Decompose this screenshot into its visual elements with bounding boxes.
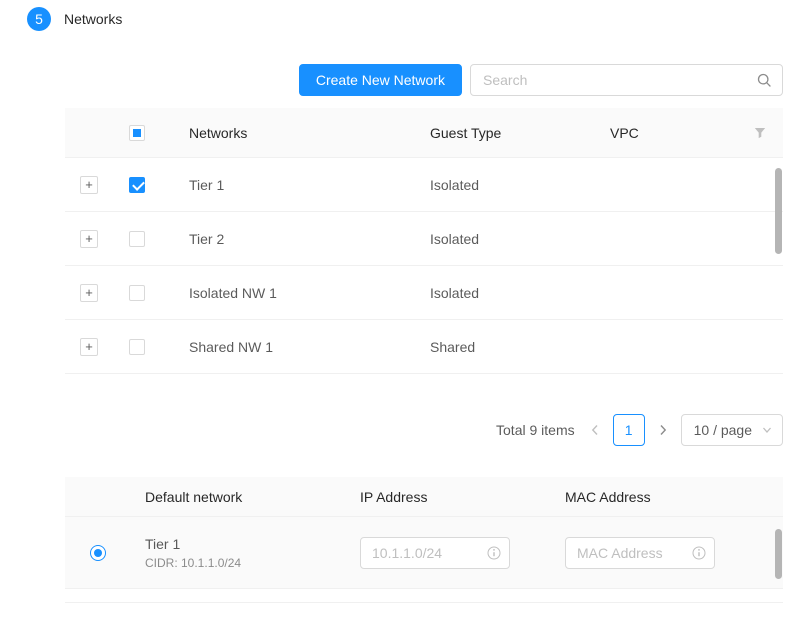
create-new-network-button[interactable]: Create New Network bbox=[299, 64, 462, 96]
guest-type-value: Isolated bbox=[406, 177, 586, 193]
column-header-default-network: Default network bbox=[130, 489, 355, 505]
scrollbar-thumb[interactable] bbox=[775, 529, 782, 579]
networks-step-content: Create New Network Networks Guest Type V… bbox=[65, 64, 783, 603]
pagination: Total 9 items 1 10 / page bbox=[65, 414, 783, 446]
network-name: Tier 2 bbox=[161, 231, 406, 247]
network-name: Tier 1 bbox=[161, 177, 406, 193]
step-title: Networks bbox=[64, 11, 122, 27]
filter-icon[interactable] bbox=[736, 127, 783, 139]
default-network-name: Tier 1 bbox=[145, 536, 355, 552]
info-icon bbox=[692, 546, 706, 563]
networks-table: Networks Guest Type VPC + Tier 1 Isolate… bbox=[65, 108, 783, 374]
scrollbar-thumb[interactable] bbox=[775, 168, 782, 254]
column-header-vpc: VPC bbox=[586, 125, 736, 141]
expand-row-button[interactable]: + bbox=[80, 230, 98, 248]
page-size-select[interactable]: 10 / page bbox=[681, 414, 783, 446]
pagination-next-icon[interactable] bbox=[653, 414, 673, 446]
pagination-page-1[interactable]: 1 bbox=[613, 414, 645, 446]
expand-row-button[interactable]: + bbox=[80, 284, 98, 302]
row-checkbox[interactable] bbox=[129, 231, 145, 247]
select-all-checkbox[interactable] bbox=[129, 125, 145, 141]
table-row: + Tier 1 Isolated bbox=[65, 158, 783, 212]
search-box bbox=[470, 64, 783, 96]
chevron-down-icon bbox=[762, 426, 772, 434]
column-header-guest-type: Guest Type bbox=[406, 125, 586, 141]
expand-row-button[interactable]: + bbox=[80, 338, 98, 356]
default-network-table-header: Default network IP Address MAC Address bbox=[65, 477, 783, 517]
row-checkbox[interactable] bbox=[129, 339, 145, 355]
network-name: Shared NW 1 bbox=[161, 339, 406, 355]
table-row: + Tier 2 Isolated bbox=[65, 212, 783, 266]
guest-type-value: Shared bbox=[406, 339, 586, 355]
default-network-table: Default network IP Address MAC Address T… bbox=[65, 477, 783, 589]
search-input[interactable] bbox=[470, 64, 783, 96]
column-header-mac-address: MAC Address bbox=[560, 489, 783, 505]
default-network-row: Tier 1 CIDR: 10.1.1.0/24 bbox=[65, 517, 783, 589]
step-header: 5 Networks bbox=[0, 0, 805, 31]
table-row: + Shared NW 1 Shared bbox=[65, 320, 783, 374]
row-checkbox[interactable] bbox=[129, 177, 145, 193]
pagination-total: Total 9 items bbox=[496, 422, 575, 438]
row-checkbox[interactable] bbox=[129, 285, 145, 301]
guest-type-value: Isolated bbox=[406, 231, 586, 247]
networks-table-header: Networks Guest Type VPC bbox=[65, 108, 783, 158]
search-icon[interactable] bbox=[757, 73, 772, 91]
table-row: + Isolated NW 1 Isolated bbox=[65, 266, 783, 320]
default-network-cidr: CIDR: 10.1.1.0/24 bbox=[145, 556, 355, 570]
guest-type-value: Isolated bbox=[406, 285, 586, 301]
pagination-prev-icon[interactable] bbox=[585, 414, 605, 446]
network-name: Isolated NW 1 bbox=[161, 285, 406, 301]
step-number-badge[interactable]: 5 bbox=[27, 7, 51, 31]
page-size-value: 10 / page bbox=[694, 422, 752, 438]
column-header-networks: Networks bbox=[161, 125, 406, 141]
toolbar: Create New Network bbox=[65, 64, 783, 96]
section-divider bbox=[65, 602, 783, 603]
expand-row-button[interactable]: + bbox=[80, 176, 98, 194]
info-icon bbox=[487, 546, 501, 563]
column-header-ip-address: IP Address bbox=[355, 489, 560, 505]
default-network-radio[interactable] bbox=[90, 545, 106, 561]
